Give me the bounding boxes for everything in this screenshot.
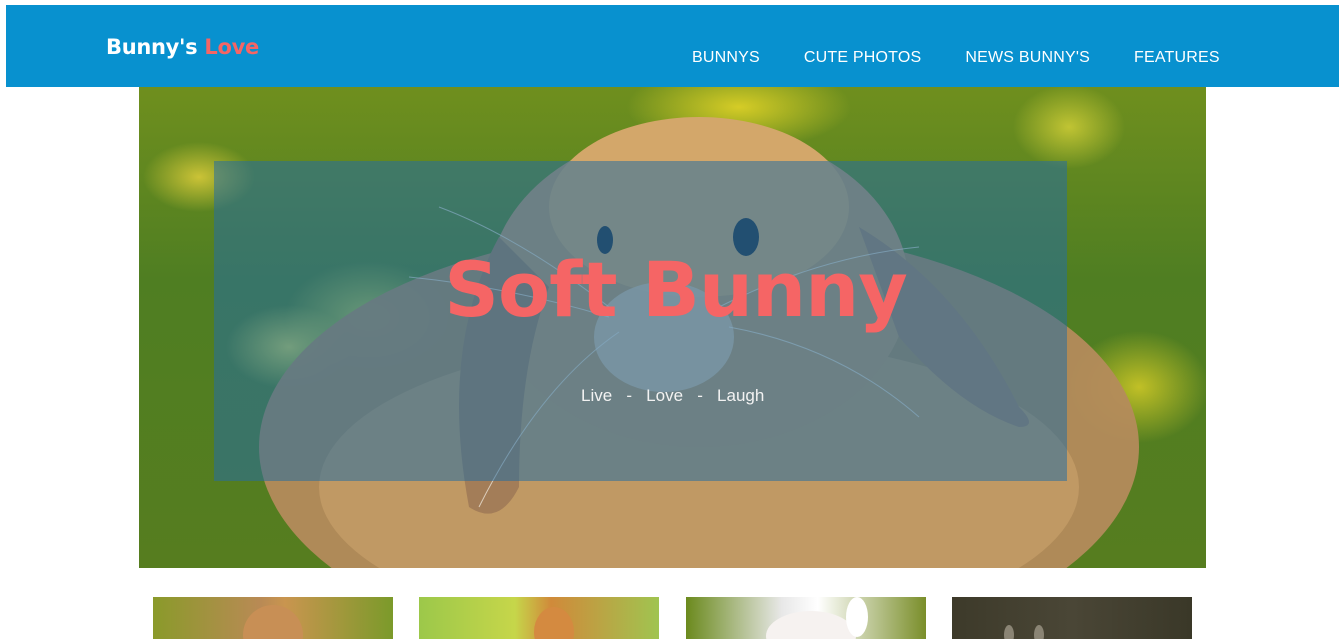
brand-logo[interactable]: Bunny's Love: [106, 35, 259, 59]
nav-item-news-bunnys[interactable]: NEWS BUNNY'S: [965, 49, 1090, 67]
top-navbar: Bunny's Love BUNNYS CUTE PHOTOS NEWS BUN…: [6, 5, 1339, 87]
gallery-photo-4[interactable]: [952, 597, 1192, 639]
gallery-photo-3[interactable]: [686, 597, 926, 639]
brand-accent: Love: [204, 35, 259, 59]
hero-tagline: Live - Love - Laugh: [581, 386, 765, 405]
brand-name: Bunny's: [106, 35, 198, 59]
gallery-photo-1[interactable]: [153, 597, 393, 639]
main-nav: BUNNYS CUTE PHOTOS NEWS BUNNY'S FEATURES: [692, 49, 1264, 67]
nav-item-bunnys[interactable]: BUNNYS: [692, 49, 760, 67]
hero-title: Soft Bunny: [444, 245, 908, 334]
nav-item-cute-photos[interactable]: CUTE PHOTOS: [804, 49, 921, 67]
hero-banner: Soft Bunny Live - Love - Laugh: [139, 87, 1206, 568]
nav-item-features[interactable]: FEATURES: [1134, 49, 1220, 67]
gallery-photo-2[interactable]: [419, 597, 659, 639]
